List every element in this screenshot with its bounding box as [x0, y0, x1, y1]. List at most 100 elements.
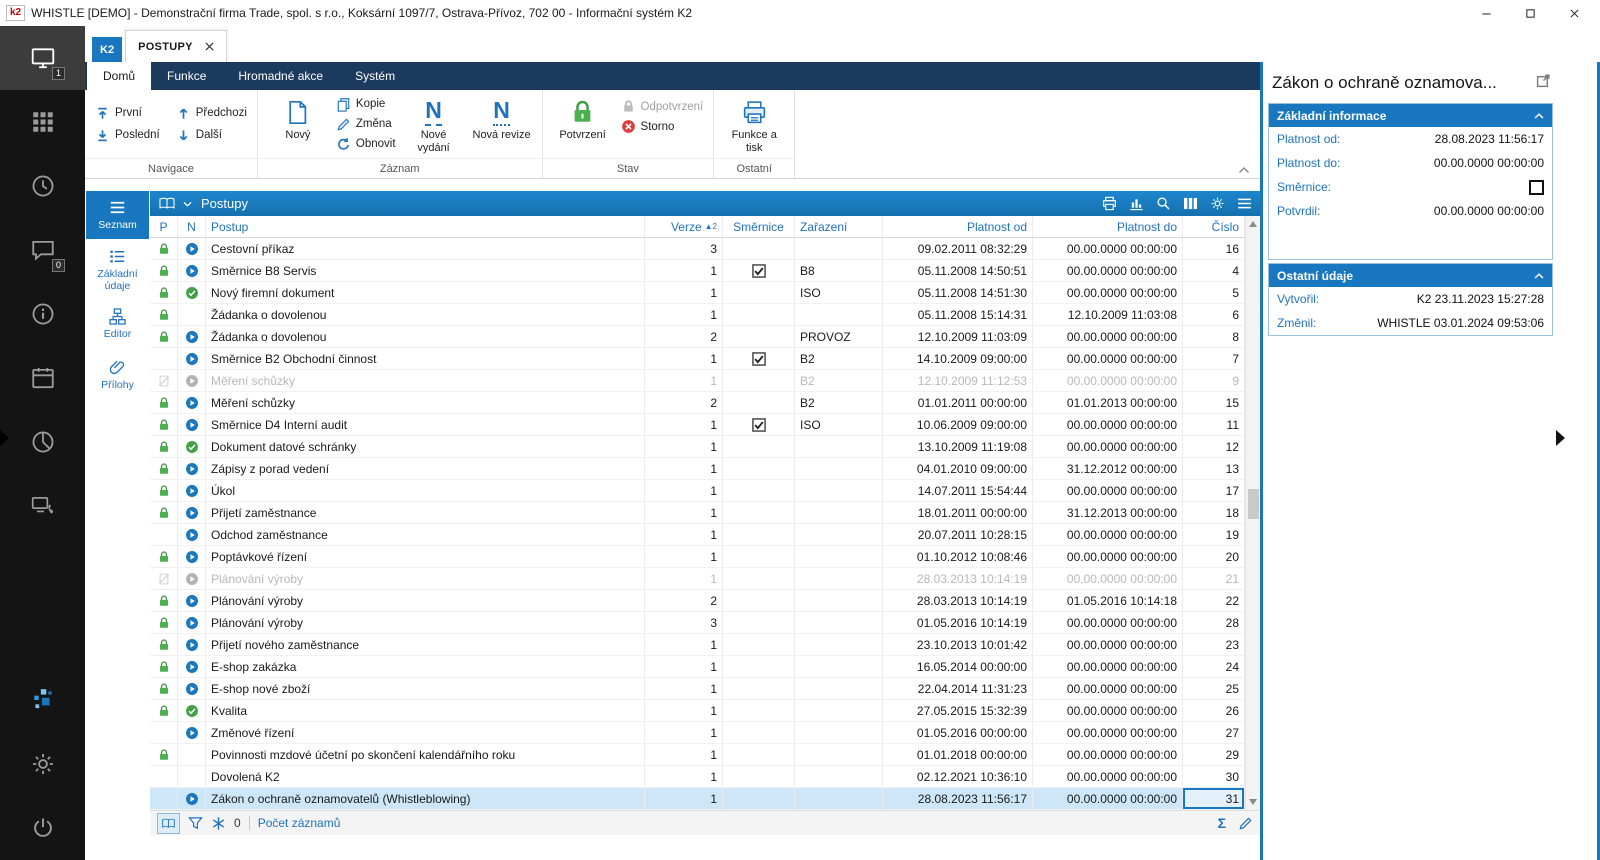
ribbon-tab-hromadne-akce[interactable]: Hromadné akce [222, 62, 339, 90]
filter-icon[interactable] [188, 816, 203, 831]
table-row[interactable]: Směrnice D4 Interní audit 1 ISO 10.06.2009 … [150, 414, 1245, 436]
chart-icon[interactable] [1129, 196, 1144, 211]
table-row[interactable]: Plánování výroby 1 28.03.2013 10:14:19 00.0… [150, 568, 1245, 590]
new-record-button[interactable]: Nový [268, 94, 328, 154]
last-record-button[interactable]: Poslední [95, 128, 160, 143]
table-row[interactable]: Zákon o ochraně oznamovatelů (Whistleblo… [150, 788, 1245, 810]
section-header-other[interactable]: Ostatní údaje [1269, 264, 1552, 287]
ribbon-tab-domu[interactable]: Domů [87, 62, 152, 90]
scroll-up-arrow[interactable] [1249, 221, 1257, 227]
table-row[interactable]: Cestovní příkaz 3 09.02.2011 08:32:29 00.00… [150, 238, 1245, 260]
smernice-checkbox[interactable] [1529, 179, 1544, 195]
table-row[interactable]: Plánování výroby 3 01.05.2016 10:14:19 00.0… [150, 612, 1245, 634]
table-row[interactable]: Přijetí zaměstnance 1 18.01.2011 00:00:00 3… [150, 502, 1245, 524]
sum-icon[interactable]: Σ [1218, 815, 1226, 831]
nav-item-zakladni-udaje[interactable]: Základní údaje [86, 242, 149, 297]
sidebar-item-workspace[interactable]: 1 [0, 26, 85, 90]
sidebar-item-settings[interactable] [0, 732, 85, 796]
sidebar-badge: 1 [51, 67, 65, 80]
table-row[interactable]: E-shop zakázka 1 16.05.2014 00:00:00 00.00.… [150, 656, 1245, 678]
unconfirm-button[interactable]: Odpotvrzení [621, 99, 703, 114]
sidebar-item-info[interactable] [0, 282, 85, 346]
first-record-button[interactable]: První [95, 106, 160, 121]
column-header-smernice[interactable]: Směrnice [723, 216, 795, 237]
settings-icon[interactable] [1210, 196, 1225, 211]
scroll-down-arrow[interactable] [1249, 799, 1257, 805]
previous-record-button[interactable]: Předchozi [176, 106, 247, 121]
column-header-postup[interactable]: Postup [206, 216, 645, 237]
table-row[interactable]: Žádanka o dovolenou 1 05.11.2008 15:14:31 1… [150, 304, 1245, 326]
next-record-button[interactable]: Další [176, 128, 247, 143]
column-header-verze[interactable]: Verze ▲ 2 [645, 216, 723, 237]
table-row[interactable]: Odchod zaměstnance 1 20.07.2011 10:28:15 00… [150, 524, 1245, 546]
sidebar-item-k2-assistant[interactable] [0, 668, 85, 732]
nav-item-seznam[interactable]: Seznam [86, 191, 149, 239]
table-row[interactable]: Úkol 1 14.07.2011 15:54:44 00.00.0000 00:00… [150, 480, 1245, 502]
edit-icon[interactable] [1238, 816, 1253, 831]
sidebar-item-history[interactable] [0, 154, 85, 218]
book-icon[interactable] [158, 197, 176, 210]
sidebar-item-reports[interactable] [0, 410, 85, 474]
refresh-button[interactable]: Obnovit [336, 137, 396, 152]
table-row[interactable]: Měření schůzky 1 B2 12.10.2009 11:12:53 00.0… [150, 370, 1245, 392]
panel-collapse-handle[interactable] [1556, 430, 1565, 446]
close-button[interactable] [1552, 0, 1596, 26]
confirm-button[interactable]: Potvrzení [553, 94, 613, 154]
table-row[interactable]: Směrnice B2 Obchodní činnost 1 B2 14.10.200… [150, 348, 1245, 370]
storno-button[interactable]: Storno [621, 119, 704, 134]
new-revision-button[interactable]: N Nová revize [472, 94, 532, 154]
tab-close-icon[interactable] [205, 42, 214, 51]
table-row[interactable]: Směrnice B8 Servis 1 B8 05.11.2008 14:50:51… [150, 260, 1245, 282]
vertical-scrollbar[interactable] [1245, 216, 1260, 810]
table-row[interactable]: Měření schůzky 2 B2 01.01.2011 00:00:00 01.0… [150, 392, 1245, 414]
book-view-icon[interactable] [157, 812, 180, 834]
table-row[interactable]: Plánování výroby 2 28.03.2013 10:14:19 01.0… [150, 590, 1245, 612]
change-button[interactable]: Změna [336, 117, 396, 132]
column-header-n[interactable]: N [178, 216, 206, 237]
asterisk-icon[interactable] [211, 816, 226, 831]
maximize-button[interactable] [1508, 0, 1552, 26]
sidebar-item-modules[interactable] [0, 90, 85, 154]
chevron-down-icon[interactable] [183, 201, 192, 207]
column-header-platnost-do[interactable]: Platnost do [1033, 216, 1183, 237]
table-row[interactable]: Dovolená K2 1 02.12.2021 10:36:10 00.00.000… [150, 766, 1245, 788]
minimize-button[interactable] [1464, 0, 1508, 26]
sidebar-item-power[interactable] [0, 796, 85, 860]
open-in-new-window-icon[interactable] [1536, 73, 1551, 88]
menu-icon[interactable] [1237, 198, 1252, 209]
sidebar-item-calendar[interactable] [0, 346, 85, 410]
search-icon[interactable] [1156, 196, 1171, 211]
table-row[interactable]: Zápisy z porad vedení 1 04.01.2010 09:00:0… [150, 458, 1245, 480]
nav-item-editor[interactable]: Editor [86, 300, 149, 348]
table-row[interactable]: Žádanka o dovolenou 2 PROVOZ 12.10.2009 11:… [150, 326, 1245, 348]
section-header-basic[interactable]: Základní informace [1269, 104, 1552, 127]
column-header-platnost-od[interactable]: Platnost od [883, 216, 1033, 237]
tab-postupy[interactable]: POSTUPY [125, 30, 227, 62]
scrollbar-thumb[interactable] [1248, 489, 1259, 520]
column-header-cislo[interactable]: Číslo [1183, 216, 1245, 237]
splitter-collapse-handle[interactable] [0, 430, 9, 446]
collapse-ribbon-icon[interactable] [1238, 166, 1250, 174]
ribbon-tab-system[interactable]: Systém [339, 62, 411, 90]
cell-platnost-od: 14.10.2009 09:00:00 [883, 348, 1033, 369]
table-row[interactable]: Kvalita 1 27.05.2015 15:32:39 00.00.0000 00… [150, 700, 1245, 722]
columns-icon[interactable] [1183, 197, 1198, 210]
tab-k2[interactable]: K2 [92, 37, 123, 62]
print-icon[interactable] [1102, 196, 1117, 211]
table-row[interactable]: Poptávkové řízení 1 01.10.2012 10:08:46 00.… [150, 546, 1245, 568]
sidebar-item-messages[interactable]: 0 [0, 218, 85, 282]
column-header-zarazeni[interactable]: Zařazení [795, 216, 883, 237]
new-issue-button[interactable]: N Nové vydání [404, 94, 464, 154]
nav-item-prilohy[interactable]: Přílohy [86, 351, 149, 399]
table-row[interactable]: Dokument datové schránky 1 13.10.2009 11:1… [150, 436, 1245, 458]
table-row[interactable]: Nový firemní dokument 1 ISO 05.11.2008 14:5… [150, 282, 1245, 304]
table-row[interactable]: E-shop nové zboží 1 22.04.2014 11:31:23 00.… [150, 678, 1245, 700]
functions-print-button[interactable]: Funkce a tisk [724, 94, 784, 154]
sidebar-item-remote-support[interactable] [0, 474, 85, 538]
copy-button[interactable]: Kopie [336, 97, 396, 112]
table-row[interactable]: Změnové řízení 1 01.05.2016 00:00:00 00.00.… [150, 722, 1245, 744]
table-row[interactable]: Přijetí nového zaměstnance 1 23.10.2013 10… [150, 634, 1245, 656]
column-header-p[interactable]: P [150, 216, 178, 237]
ribbon-tab-funkce[interactable]: Funkce [151, 62, 222, 90]
table-row[interactable]: Povinnosti mzdové účetní po skončení kal… [150, 744, 1245, 766]
